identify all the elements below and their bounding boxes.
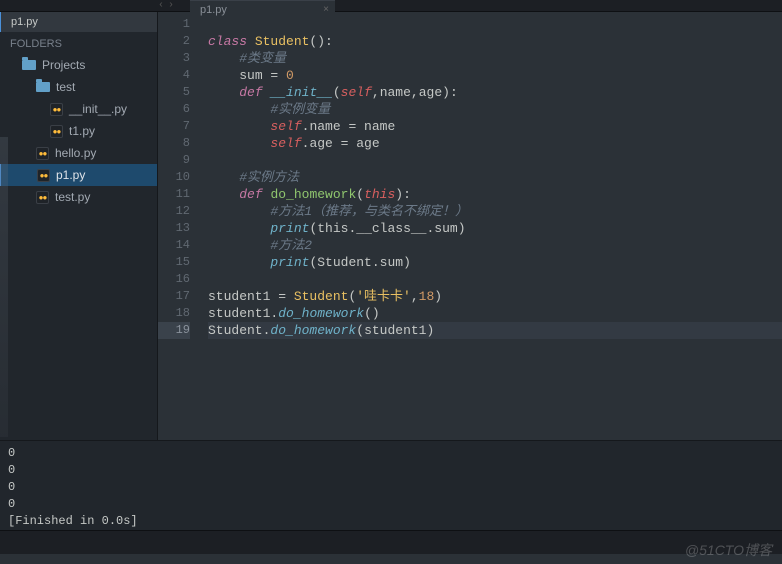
nav-arrows: ‹ › [158, 0, 174, 10]
console-line: 0 [8, 479, 774, 496]
tree-item-test[interactable]: test [0, 76, 157, 98]
code-line[interactable]: print(this.__class__.sum) [208, 220, 782, 237]
tree-item-__init__-py[interactable]: ●● __init__.py [0, 98, 157, 120]
chevron-left-icon[interactable]: ‹ [158, 0, 164, 11]
chevron-right-icon[interactable]: › [168, 0, 174, 11]
code-line[interactable]: print(Student.sum) [208, 254, 782, 271]
editor-pane: p1.py × 12345678910111213141516171819 cl… [158, 12, 782, 440]
tree-item-label: Projects [42, 58, 85, 72]
line-number: 10 [158, 169, 190, 186]
code-line[interactable]: #方法2 [208, 237, 782, 254]
line-number: 7 [158, 118, 190, 135]
line-number: 16 [158, 271, 190, 288]
output-console: 0000[Finished in 0.0s] [0, 440, 782, 530]
tree-item-hello-py[interactable]: ●● hello.py [0, 142, 157, 164]
code-line[interactable]: self.name = name [208, 118, 782, 135]
console-line: 0 [8, 462, 774, 479]
main-area: p1.py FOLDERS Projectstest●●__init__.py●… [0, 12, 782, 440]
editor[interactable]: 12345678910111213141516171819 class Stud… [158, 12, 782, 440]
gutter: 12345678910111213141516171819 [158, 12, 200, 440]
line-number: 12 [158, 203, 190, 220]
tree-item-t1-py[interactable]: ●● t1.py [0, 120, 157, 142]
code-line[interactable]: #实例方法 [208, 169, 782, 186]
status-bar [0, 530, 782, 554]
folder-icon [36, 82, 50, 92]
line-number: 2 [158, 33, 190, 50]
python-file-icon: ●● [50, 103, 63, 116]
line-number: 11 [158, 186, 190, 203]
line-number: 1 [158, 16, 190, 33]
line-number: 3 [158, 50, 190, 67]
python-file-icon: ●● [37, 169, 50, 182]
tree-item-label: p1.py [56, 168, 85, 182]
code-line[interactable]: def do_homework(this): [208, 186, 782, 203]
code-line[interactable]: class Student(): [208, 33, 782, 50]
sidebar-tab[interactable]: p1.py [0, 12, 157, 32]
code-line[interactable] [208, 271, 782, 288]
line-number: 19 [158, 322, 190, 339]
line-number: 17 [158, 288, 190, 305]
tree-item-label: __init__.py [69, 102, 127, 116]
tree-item-test-py[interactable]: ●● test.py [0, 186, 157, 208]
console-line: [Finished in 0.0s] [8, 513, 774, 530]
code-line[interactable]: #类变量 [208, 50, 782, 67]
line-number: 6 [158, 101, 190, 118]
image-border-artifact [0, 137, 8, 437]
tree-item-label: test.py [55, 190, 90, 204]
folder-icon [22, 60, 36, 70]
line-number: 5 [158, 84, 190, 101]
line-number: 15 [158, 254, 190, 271]
python-file-icon: ●● [36, 191, 49, 204]
sidebar: p1.py FOLDERS Projectstest●●__init__.py●… [0, 12, 158, 440]
line-number: 4 [158, 67, 190, 84]
python-file-icon: ●● [36, 147, 49, 160]
code-line[interactable]: def __init__(self,name,age): [208, 84, 782, 101]
sidebar-header: FOLDERS [0, 32, 157, 54]
console-line: 0 [8, 445, 774, 462]
code-line[interactable]: sum = 0 [208, 67, 782, 84]
tree-item-Projects[interactable]: Projects [0, 54, 157, 76]
line-number: 13 [158, 220, 190, 237]
tree-item-p1-py[interactable]: ●● p1.py [0, 164, 157, 186]
code-line[interactable] [208, 16, 782, 33]
line-number: 9 [158, 152, 190, 169]
line-number: 18 [158, 305, 190, 322]
line-number: 14 [158, 237, 190, 254]
code-line[interactable]: #方法1（推荐，与类名不绑定！） [208, 203, 782, 220]
code-line[interactable]: student1.do_homework() [208, 305, 782, 322]
code-line[interactable]: self.age = age [208, 135, 782, 152]
watermark: @51CTO博客 [685, 540, 772, 560]
tree-item-label: test [56, 80, 75, 94]
title-bar: ‹ › [0, 0, 782, 12]
tree-item-label: hello.py [55, 146, 96, 160]
code-line[interactable] [208, 152, 782, 169]
code-line[interactable]: student1 = Student('哇卡卡',18) [208, 288, 782, 305]
console-line: 0 [8, 496, 774, 513]
code-line[interactable]: Student.do_homework(student1) [208, 322, 782, 339]
file-tree: Projects test ●● __init__.py ●● t1.py ●● hello.… [0, 54, 157, 208]
line-number: 8 [158, 135, 190, 152]
python-file-icon: ●● [50, 125, 63, 138]
code-line[interactable]: #实例变量 [208, 101, 782, 118]
tree-item-label: t1.py [69, 124, 95, 138]
code-area[interactable]: class Student(): #类变量 sum = 0 def __init… [200, 12, 782, 440]
